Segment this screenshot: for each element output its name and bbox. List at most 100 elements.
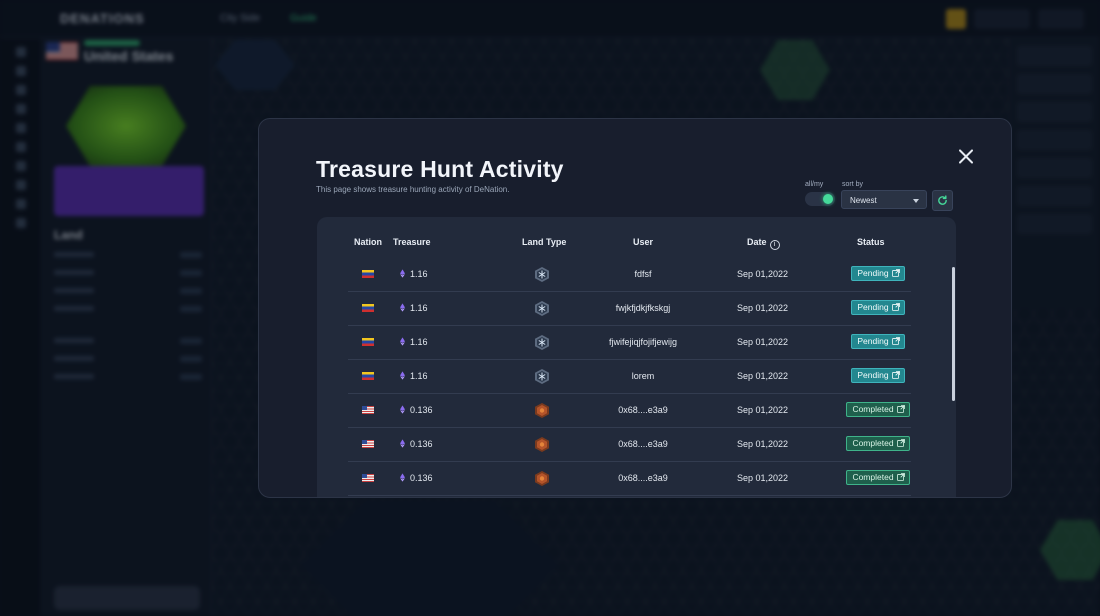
user-cell: 0x68....e3a9 [618,405,668,415]
date-cell: Sep 01,2022 [737,473,789,483]
nation-cell [362,440,374,450]
user-cell: fjwifejiqjfojifjewijg [608,337,678,347]
status-badge[interactable]: Pending [851,368,905,383]
venezuela-flag-icon [362,304,374,312]
header-treasure: Treasure [393,237,431,247]
status-label: Completed [852,404,894,414]
refresh-button[interactable] [932,190,953,211]
treasure-value: 1.16 [410,371,428,381]
external-link-icon [894,472,905,482]
treasure-cell: 1.16 [400,303,428,313]
eth-icon [400,439,405,448]
external-link-icon [894,438,905,448]
refresh-icon [938,195,947,205]
external-link-icon [894,404,905,414]
nation-cell [362,474,374,484]
external-link-icon [889,268,900,278]
header-nation: Nation [354,237,382,247]
close-icon[interactable] [955,146,977,168]
status-label: Completed [852,438,894,448]
status-label: Pending [857,370,889,380]
toggle-knob [823,194,833,204]
table-row: 1.16 fdfsf Sep 01,2022 Pending [348,258,911,292]
treasure-value: 1.16 [410,337,428,347]
treasure-cell: 1.16 [400,371,428,381]
header-date: Date i [747,237,780,250]
status-badge[interactable]: Completed [846,436,910,451]
date-cell: Sep 01,2022 [737,269,789,279]
eth-icon [400,473,405,482]
treasure-value: 0.136 [410,439,433,449]
status-label: Pending [857,302,889,312]
treasure-cell: 1.16 [400,337,428,347]
nation-cell [362,372,374,382]
status-cell: Pending [838,334,918,349]
eth-icon [400,371,405,380]
usa-flag-icon [362,406,374,414]
status-badge[interactable]: Pending [851,300,905,315]
user-cell: 0x68....e3a9 [618,473,668,483]
sort-select[interactable]: Newest [841,190,927,209]
nation-cell [362,304,374,314]
user-cell: fwjkfjdkjfkskgj [615,303,671,313]
usa-flag-icon [362,440,374,448]
table-row: 1.16 fjwifejiqjfojifjewijg Sep 01,2022 Pend… [348,326,911,360]
status-cell: Completed [838,402,918,417]
status-cell: Completed [838,436,918,451]
status-label: Pending [857,268,889,278]
date-cell: Sep 01,2022 [737,405,789,415]
venezuela-flag-icon [362,372,374,380]
table-body: 1.16 fdfsf Sep 01,2022 Pending 1.16 fwjkfjdkj… [348,258,911,496]
treasure-value: 0.136 [410,405,433,415]
external-link-icon [889,336,900,346]
status-badge[interactable]: Pending [851,334,905,349]
header-land-type: Land Type [522,237,567,247]
chevron-down-icon [913,199,919,203]
table-row: 0.136 0x68....e3a9 Sep 01,2022 Completed [348,394,911,428]
user-cell: lorem [631,371,655,381]
treasure-hunt-modal: Treasure Hunt Activity This page shows t… [258,118,1012,498]
date-cell: Sep 01,2022 [737,439,789,449]
status-cell: Pending [838,300,918,315]
table-row: 1.16 fwjkfjdkjfkskgj Sep 01,2022 Pending [348,292,911,326]
table-row: 0.136 0x68....e3a9 Sep 01,2022 Completed [348,428,911,462]
table-row: 0.136 0x68....e3a9 Sep 01,2022 Completed [348,462,911,496]
treasure-cell: 0.136 [400,439,433,449]
status-badge[interactable]: Pending [851,266,905,281]
sort-label: sort by [842,181,864,188]
nation-cell [362,406,374,416]
treasure-cell: 0.136 [400,473,433,483]
info-icon[interactable]: i [769,240,780,250]
modal-subtitle: This page shows treasure hunting activit… [316,185,510,194]
all-my-toggle[interactable] [805,192,835,206]
nation-cell [362,338,374,348]
status-label: Pending [857,336,889,346]
status-badge[interactable]: Completed [846,402,910,417]
treasure-cell: 0.136 [400,405,433,415]
treasure-value: 1.16 [410,269,428,279]
status-label: Completed [852,472,894,482]
date-cell: Sep 01,2022 [737,337,789,347]
header-user: User [633,237,654,247]
external-link-icon [889,370,900,380]
nation-cell [362,270,374,280]
modal-title: Treasure Hunt Activity [316,156,564,182]
date-cell: Sep 01,2022 [737,371,789,381]
header-status: Status [857,237,885,247]
header-date-label: Date [747,237,767,247]
table-row: 1.16 lorem Sep 01,2022 Pending [348,360,911,394]
venezuela-flag-icon [362,338,374,346]
treasure-value: 0.136 [410,473,433,483]
activity-table: Nation Treasure Land Type User Date i Sta… [317,217,956,497]
sort-value: Newest [850,196,877,205]
status-cell: Pending [838,266,918,281]
venezuela-flag-icon [362,270,374,278]
eth-icon [400,337,405,346]
user-cell: 0x68....e3a9 [618,439,668,449]
filter-toggle-label: all/my [805,181,824,188]
table-scrollbar[interactable] [952,267,955,401]
eth-icon [400,303,405,312]
status-badge[interactable]: Completed [846,470,910,485]
date-cell: Sep 01,2022 [737,303,789,313]
user-cell: fdfsf [634,269,652,279]
